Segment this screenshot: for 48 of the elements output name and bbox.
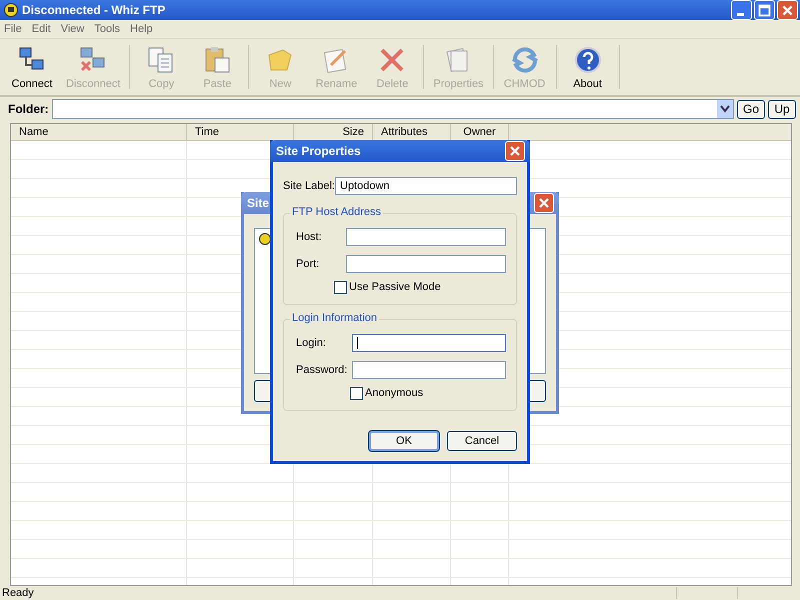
go-button[interactable]: Go <box>737 100 765 118</box>
input-field[interactable] <box>352 360 506 378</box>
close-icon <box>538 197 550 209</box>
checkbox-box[interactable] <box>350 386 363 400</box>
close-icon <box>509 145 521 157</box>
up-button[interactable]: Up <box>768 100 796 118</box>
status-text: Ready <box>2 587 35 599</box>
window-title: Disconnected - Whiz FTP <box>22 3 166 17</box>
group-title: FTP Host Address <box>290 206 384 218</box>
circular-arrows-icon <box>510 44 540 74</box>
menu-item[interactable]: View <box>60 23 84 35</box>
minimize-button[interactable] <box>731 0 752 20</box>
group-title: Login Information <box>290 312 379 324</box>
menu-item[interactable]: Help <box>130 23 153 35</box>
checkbox-label: Anonymous <box>365 387 424 399</box>
input-field[interactable] <box>346 228 506 246</box>
help-icon <box>572 44 603 74</box>
app-icon <box>4 3 18 17</box>
menu-item[interactable]: Tools <box>94 23 120 35</box>
field-label: Site Label: <box>283 180 335 192</box>
field-label: Password: <box>295 364 348 376</box>
dialog-title: Site Properties <box>276 144 361 158</box>
site-icon <box>259 233 271 245</box>
checkbox[interactable]: Use Passive Mode <box>334 277 506 297</box>
minimize-icon <box>736 12 744 16</box>
checkbox[interactable]: Anonymous <box>350 383 506 403</box>
checkbox-label: Use Passive Mode <box>349 281 441 293</box>
toolbar-button[interactable]: Connect <box>4 39 60 95</box>
maximize-button[interactable] <box>754 0 775 20</box>
folder-label: Folder: <box>8 102 49 116</box>
site-label-field[interactable]: Uptodown <box>335 176 517 194</box>
field-label: Login: <box>295 336 327 348</box>
cancel-button[interactable]: Cancel <box>447 431 517 451</box>
close-button[interactable] <box>534 193 554 213</box>
field-label: Port: <box>295 258 320 270</box>
checkbox-box[interactable] <box>334 280 347 294</box>
menu-item[interactable]: Edit <box>32 23 51 35</box>
menu-item[interactable]: File <box>4 23 22 35</box>
input-field[interactable] <box>352 334 506 352</box>
close-button[interactable] <box>505 141 525 161</box>
toolbar-button[interactable]: About <box>560 39 616 95</box>
dialog-title: Site <box>247 196 270 210</box>
file-list[interactable]: Name Time Size Attributes Owner Site Site Properties Site Label: Uptodown FTP Host Address Host: Port: Use Passive Mode Login Information Login: Password: Anonymous OK Cancel <box>10 123 792 586</box>
column-header[interactable]: Name <box>11 124 187 140</box>
input-field[interactable] <box>346 254 506 272</box>
ok-button[interactable]: OK <box>369 431 439 451</box>
close-button[interactable] <box>777 0 798 20</box>
field-label: Host: <box>295 230 323 242</box>
